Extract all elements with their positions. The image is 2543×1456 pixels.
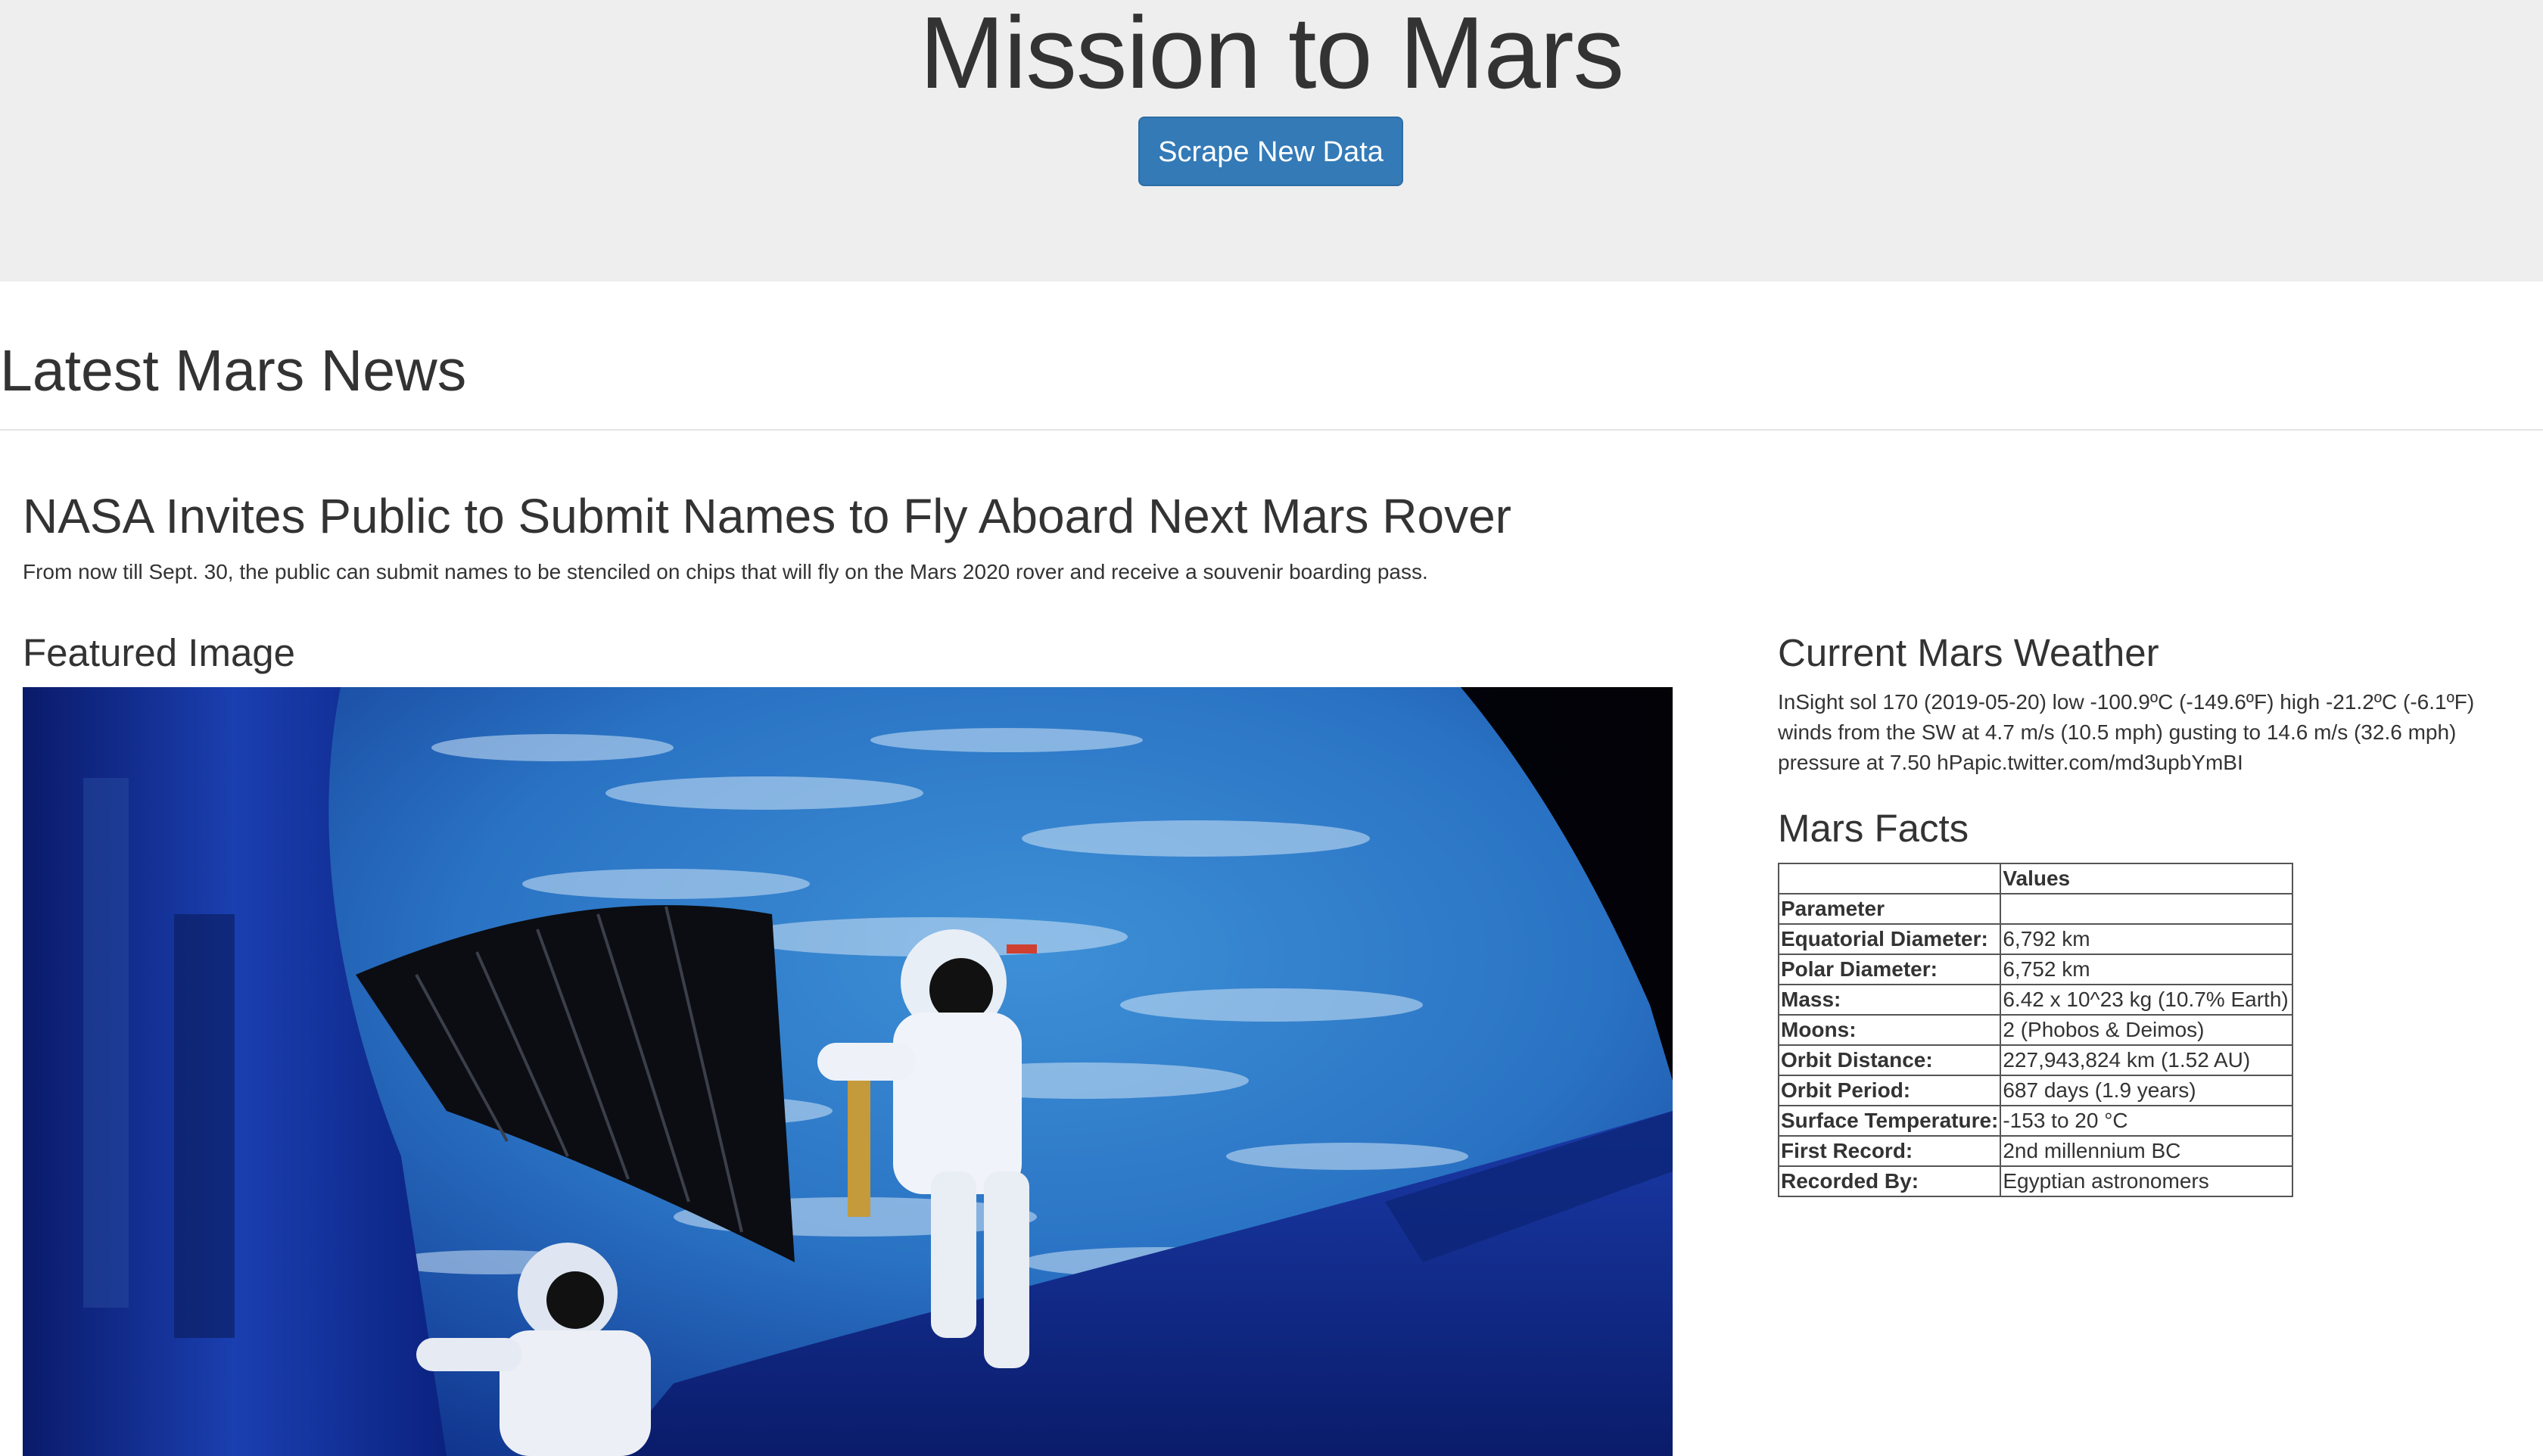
scrape-new-data-button[interactable]: Scrape New Data — [1138, 117, 1403, 186]
weather-heading: Current Mars Weather — [1778, 631, 2159, 674]
facts-heading: Mars Facts — [1778, 807, 1969, 850]
fact-label: Mass: — [1777, 984, 2002, 1016]
mars-facts-table: Values Parameter Equatorial Diameter: 6,7… — [1777, 863, 2294, 1197]
featured-image-heading: Featured Image — [23, 631, 296, 674]
fact-value: 6,792 km — [2000, 923, 2294, 955]
fact-value: 687 days (1.9 years) — [2000, 1075, 2294, 1106]
news-teaser: From now till Sept. 30, the public can s… — [23, 560, 1428, 583]
fact-value: -153 to 20 °C — [2000, 1105, 2294, 1137]
table-row: Orbit Period: 687 days (1.9 years) — [1777, 1075, 2294, 1106]
fact-label: Polar Diameter: — [1777, 954, 2002, 985]
latest-news-heading: Latest Mars News — [0, 338, 467, 403]
featured-image — [23, 687, 1673, 1456]
table-header-cell: Values — [2000, 863, 2294, 894]
fact-label: Orbit Distance: — [1777, 1044, 2002, 1076]
weather-report: InSight sol 170 (2019-05-20) low -100.9º… — [1778, 690, 2475, 774]
fact-value: 6.42 x 10^23 kg (10.7% Earth) — [2000, 984, 2294, 1016]
fact-label: First Record: — [1777, 1135, 2002, 1167]
table-index-cell: Parameter — [1777, 893, 2002, 925]
fact-value: Egyptian astronomers — [2000, 1165, 2294, 1197]
section-divider — [0, 429, 2543, 431]
table-row: Surface Temperature: -153 to 20 °C — [1777, 1105, 2294, 1137]
fact-value: 2 (Phobos & Deimos) — [2000, 1014, 2294, 1046]
fact-value: 2nd millennium BC — [2000, 1135, 2294, 1167]
table-row: Moons: 2 (Phobos & Deimos) — [1777, 1014, 2294, 1046]
table-row: Recorded By: Egyptian astronomers — [1777, 1165, 2294, 1197]
table-row: Equatorial Diameter: 6,792 km — [1777, 923, 2294, 955]
jumbotron-header: Mission to Mars Scrape New Data — [0, 0, 2543, 282]
fact-label: Recorded By: — [1777, 1165, 2002, 1197]
table-header-row: Values — [1777, 863, 2294, 894]
news-title: NASA Invites Public to Submit Names to F… — [23, 489, 1511, 543]
page-title: Mission to Mars — [919, 0, 1624, 110]
fact-label: Surface Temperature: — [1777, 1105, 2002, 1137]
table-row: Orbit Distance: 227,943,824 km (1.52 AU) — [1777, 1044, 2294, 1076]
astronaut-spacewalk-image — [23, 687, 1673, 1456]
table-row: First Record: 2nd millennium BC — [1777, 1135, 2294, 1167]
table-row: Mass: 6.42 x 10^23 kg (10.7% Earth) — [1777, 984, 2294, 1016]
fact-label: Orbit Period: — [1777, 1075, 2002, 1106]
fact-value: 227,943,824 km (1.52 AU) — [2000, 1044, 2294, 1076]
fact-value: 6,752 km — [2000, 954, 2294, 985]
table-index-row: Parameter — [1777, 893, 2294, 925]
table-header-cell — [1777, 863, 2002, 894]
table-row: Polar Diameter: 6,752 km — [1777, 954, 2294, 985]
table-index-cell — [2000, 893, 2294, 925]
fact-label: Equatorial Diameter: — [1777, 923, 2002, 955]
fact-label: Moons: — [1777, 1014, 2002, 1046]
